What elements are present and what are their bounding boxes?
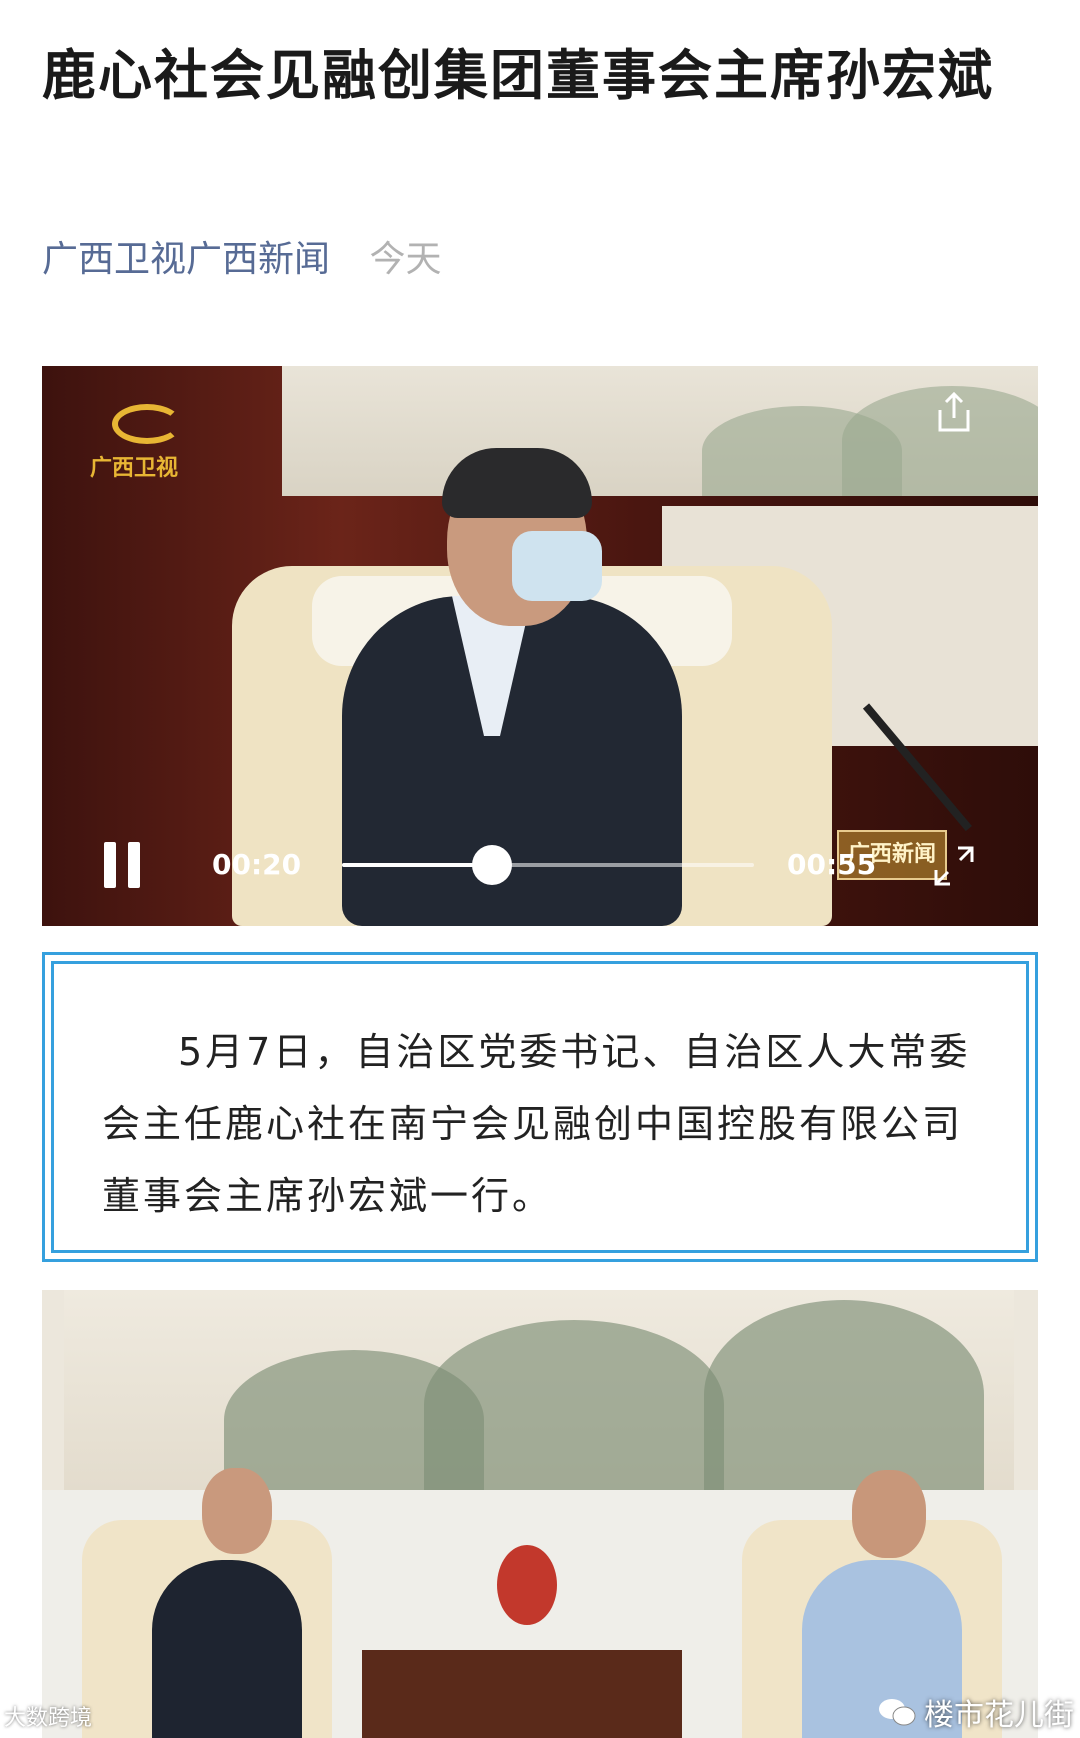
progress-bar[interactable]: [342, 845, 754, 885]
photo-table: [362, 1650, 682, 1738]
progress-fill: [342, 863, 492, 867]
video-controls: 00:20 广西新闻 00:55: [42, 796, 1038, 926]
channel-logo: 广西卫视: [90, 404, 220, 484]
channel-logo-icon: [112, 404, 182, 444]
article-date: 今天: [369, 239, 442, 280]
watermark-left: 大数跨境: [4, 1706, 93, 1731]
fullscreen-icon[interactable]: [932, 844, 976, 888]
photo-painting: [64, 1290, 1014, 1490]
video-player[interactable]: 广西卫视 00:20 广西新闻 00:55: [42, 366, 1038, 926]
watermark-right: 楼市花儿街: [878, 1690, 1074, 1734]
video-frame-face-mask: [512, 531, 602, 601]
summary-box-inner: 5月7日，自治区党委书记、自治区人大常委会主任鹿心社在南宁会见融创中国控股有限公…: [51, 961, 1029, 1253]
share-icon[interactable]: [930, 388, 978, 436]
watermark-right-text: 楼市花儿街: [924, 1698, 1074, 1733]
wechat-icon: [879, 1699, 916, 1726]
article-title: 鹿心社会见融创集团董事会主席孙宏斌: [42, 44, 994, 107]
current-time: 00:20: [212, 848, 302, 881]
photo-right-head: [852, 1470, 926, 1558]
photo-left-person: [152, 1560, 302, 1738]
total-time: 00:55: [787, 848, 877, 881]
progress-knob[interactable]: [471, 845, 512, 885]
channel-logo-text: 广西卫视: [90, 456, 179, 481]
video-frame-hair: [442, 448, 592, 518]
article-source-link[interactable]: 广西卫视广西新闻: [42, 239, 330, 280]
video-frame-painting: [282, 366, 1038, 496]
photo-ornament: [497, 1545, 557, 1625]
summary-paragraph: 5月7日，自治区党委书记、自治区人大常委会主任鹿心社在南宁会见融创中国控股有限公…: [102, 1030, 971, 1218]
summary-box: 5月7日，自治区党委书记、自治区人大常委会主任鹿心社在南宁会见融创中国控股有限公…: [42, 952, 1038, 1262]
meeting-photo: [42, 1290, 1038, 1738]
photo-left-head: [202, 1468, 272, 1554]
pause-button[interactable]: [102, 842, 142, 888]
article-meta: 广西卫视广西新闻 今天: [42, 230, 441, 282]
